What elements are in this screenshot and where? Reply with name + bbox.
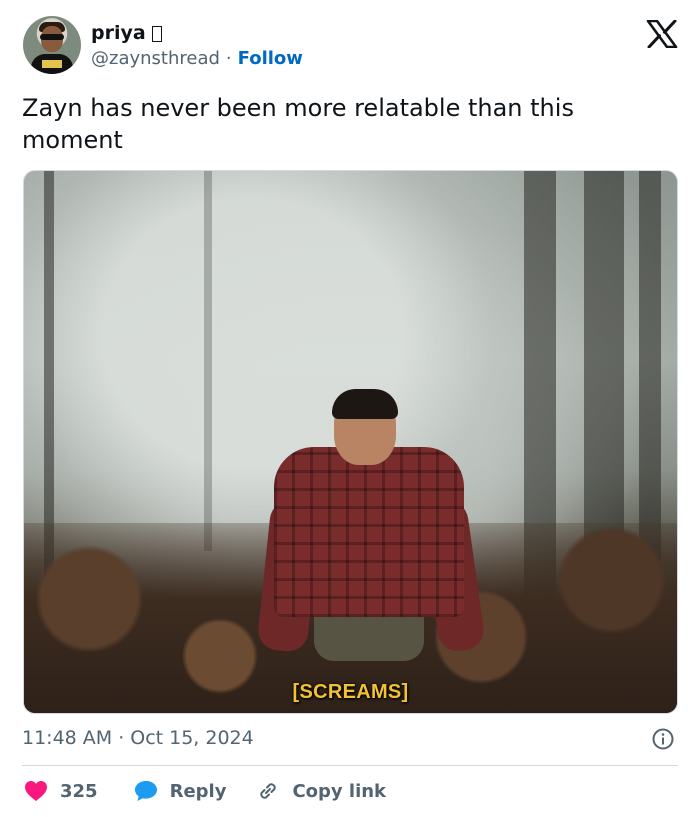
- timestamp[interactable]: 11:48 AM · Oct 15, 2024: [22, 727, 254, 749]
- person-figure: [254, 389, 487, 671]
- handle-row: @zaynsthread · Follow: [91, 48, 303, 69]
- link-icon: [260, 783, 277, 799]
- copy-link-label: Copy link: [292, 780, 387, 802]
- tweet-date[interactable]: Oct 15, 2024: [130, 727, 254, 749]
- reply-label: Reply: [169, 780, 227, 802]
- reply-button[interactable]: Reply: [134, 780, 227, 802]
- copy-link-button[interactable]: Copy link: [256, 779, 386, 803]
- divider: [22, 765, 678, 766]
- media-caption: [SCREAMS]: [292, 681, 409, 703]
- like-button[interactable]: 325: [24, 780, 98, 802]
- like-count: 325: [60, 780, 98, 802]
- heart-icon: [25, 781, 47, 801]
- action-bar: 325 Reply Copy link: [24, 778, 386, 804]
- x-logo-icon[interactable]: [646, 20, 678, 48]
- info-icon[interactable]: [652, 728, 674, 750]
- avatar[interactable]: [23, 16, 81, 74]
- tweet-text: Zayn has never been more relatable than …: [22, 94, 574, 154]
- display-name[interactable]: priya: [91, 22, 146, 44]
- speech-bubble-icon: [134, 781, 157, 801]
- name-emoji-icon: [151, 26, 162, 42]
- tweet-time[interactable]: 11:48 AM: [22, 727, 112, 749]
- tweet-card: priya @zaynsthread · Follow Zayn has nev…: [0, 0, 700, 817]
- user-name-row: priya: [91, 22, 162, 44]
- separator-dot: ·: [225, 48, 232, 69]
- follow-button[interactable]: Follow: [238, 48, 303, 69]
- user-handle[interactable]: @zaynsthread: [91, 48, 220, 69]
- tweet-media-image[interactable]: [SCREAMS]: [23, 170, 678, 714]
- timestamp-separator: ·: [118, 727, 125, 749]
